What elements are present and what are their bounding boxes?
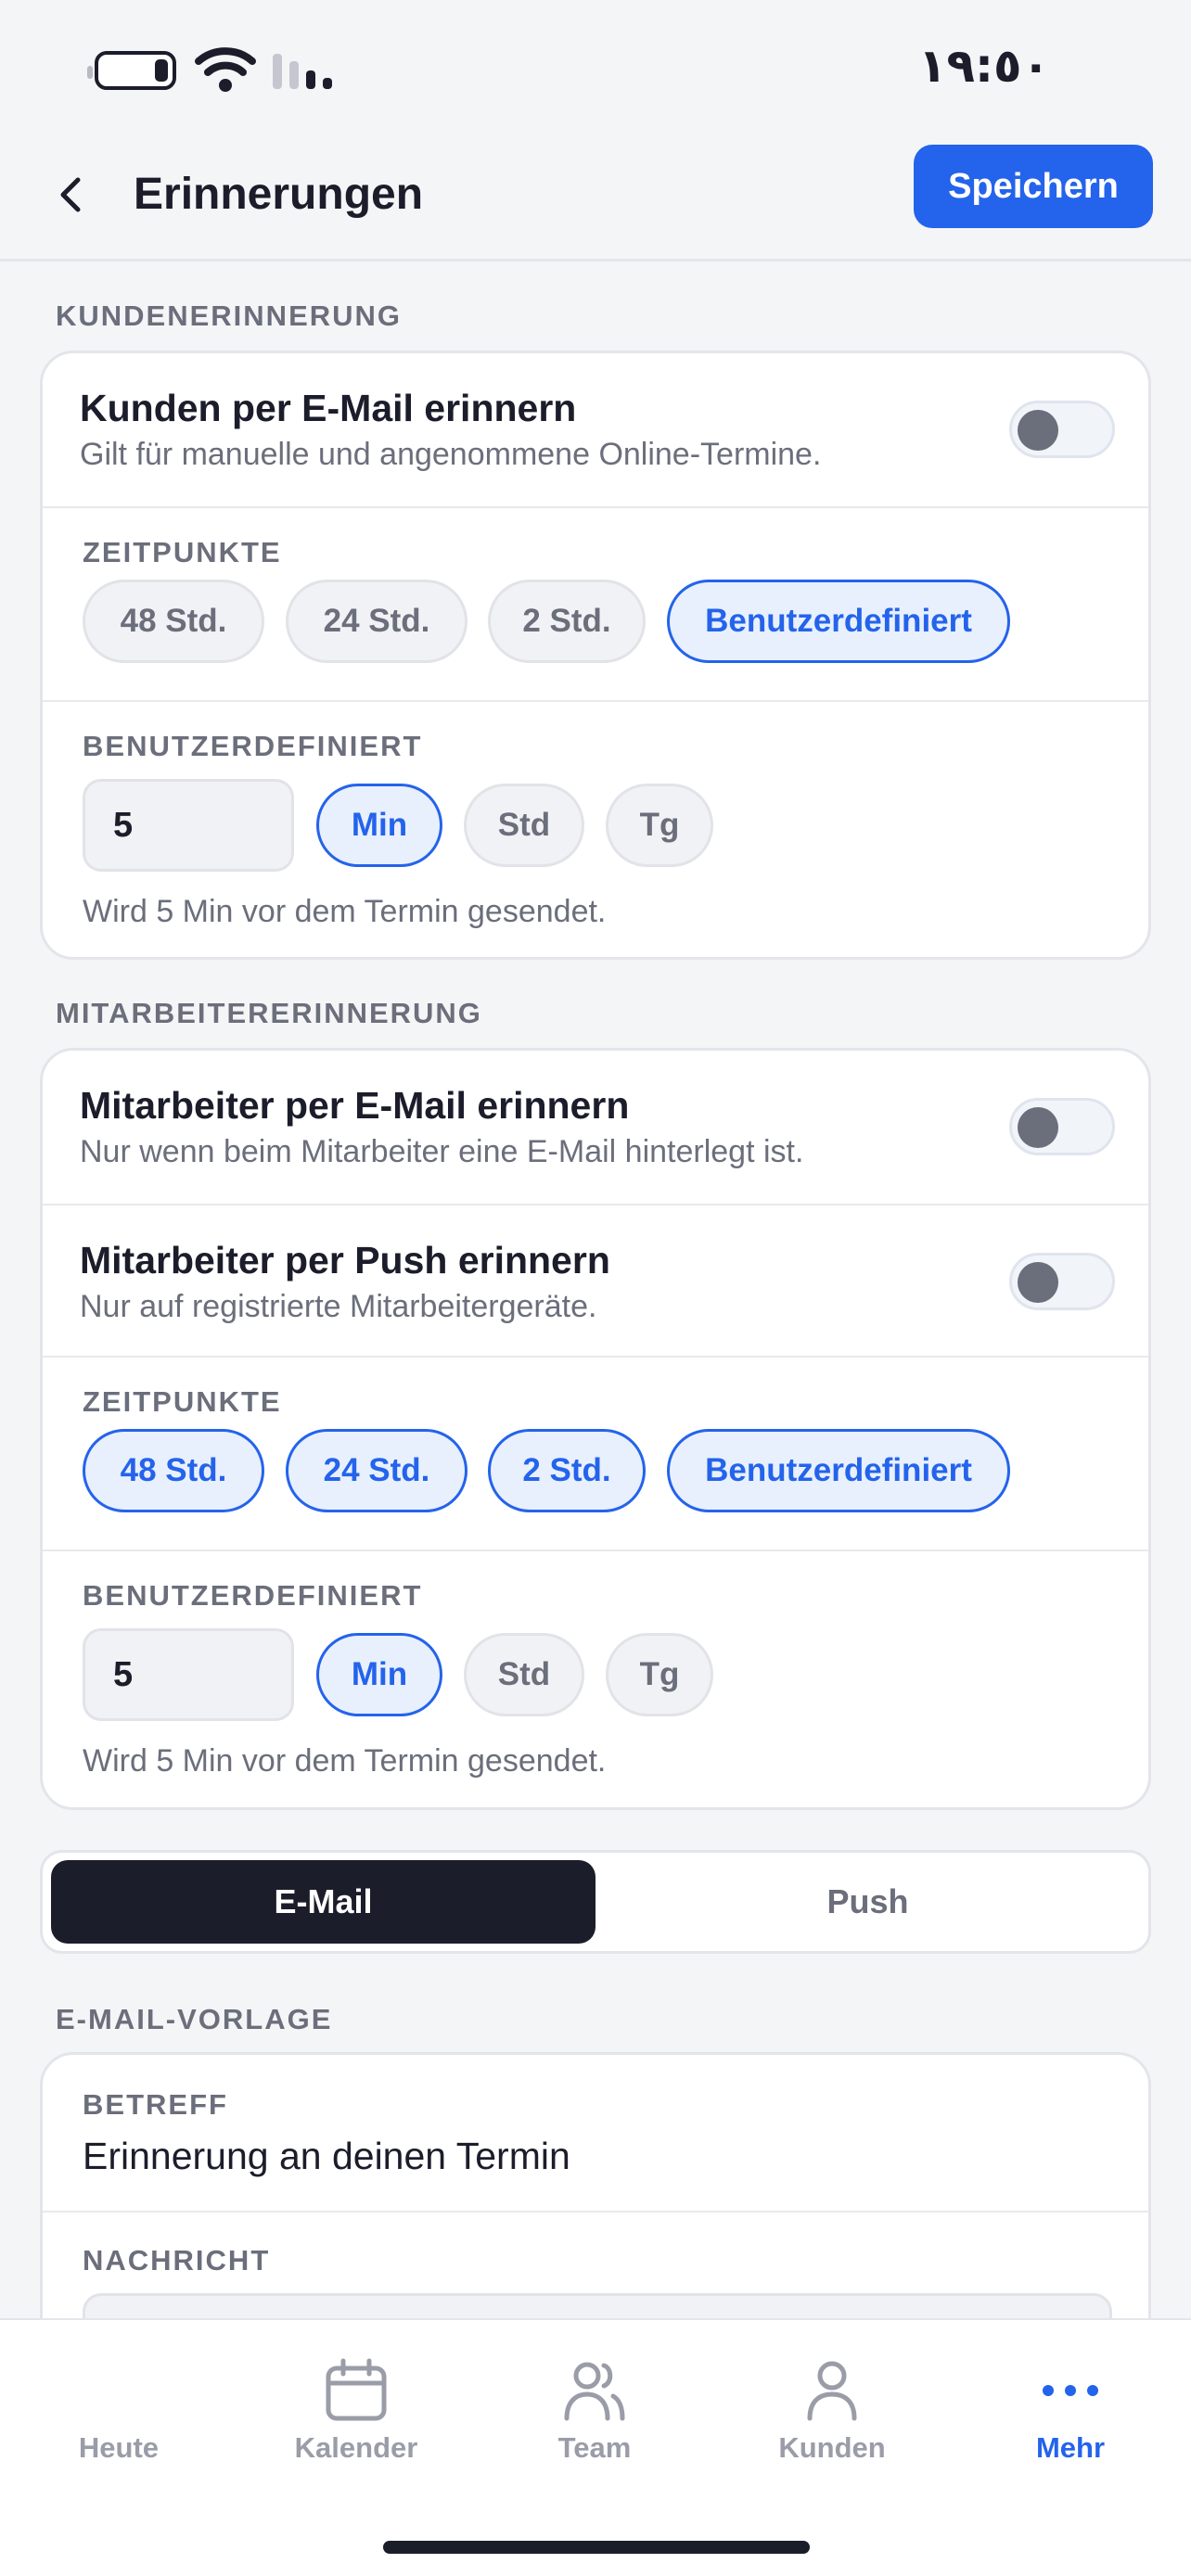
times-label: ZEITPUNKTE <box>83 1385 282 1418</box>
chip-2h[interactable]: 2 Std. <box>488 580 646 663</box>
staff-reminder-card: Mitarbeiter per E-Mail erinnern Nur wenn… <box>40 1048 1151 1810</box>
section-label-customer: KUNDENERINNERUNG <box>56 300 403 332</box>
section-label-template: E-MAIL-VORLAGE <box>56 2003 333 2035</box>
staff-email-toggle-row: Mitarbeiter per E-Mail erinnern Nur wenn… <box>43 1051 1148 1204</box>
channel-segmented-control: E-Mail Push <box>40 1850 1151 1954</box>
staff-push-toggle-row: Mitarbeiter per Push erinnern Nur auf re… <box>43 1204 1148 1356</box>
unit-std[interactable]: Std <box>464 1633 584 1716</box>
back-chevron-icon[interactable] <box>52 169 89 221</box>
custom-label: BENUTZERDEFINIERT <box>83 730 423 762</box>
tab-label: Heute <box>78 2431 160 2464</box>
unit-tg[interactable]: Tg <box>606 1633 713 1716</box>
custom-value-input[interactable] <box>83 779 294 872</box>
staff-custom-row: BENUTZERDEFINIERT Min Std Tg Wird 5 Min … <box>43 1549 1148 1807</box>
tab-push[interactable]: Push <box>596 1860 1140 1944</box>
unit-min[interactable]: Min <box>316 1633 442 1716</box>
chip-custom[interactable]: Benutzerdefiniert <box>667 580 1010 663</box>
home-indicator <box>383 2541 810 2554</box>
staff-email-toggle[interactable] <box>1009 1098 1115 1155</box>
toggle-subtitle: Gilt für manuelle und angenommene Online… <box>80 437 822 472</box>
custom-label: BENUTZERDEFINIERT <box>83 1579 423 1612</box>
toggle-title: Mitarbeiter per Push erinnern <box>80 1239 610 1282</box>
unit-min[interactable]: Min <box>316 784 442 867</box>
staff-times-row: ZEITPUNKTE 48 Std. 24 Std. 2 Std. Benutz… <box>43 1356 1148 1549</box>
custom-hint: Wird 5 Min vor dem Termin gesendet. <box>83 1743 607 1779</box>
tab-team[interactable]: Team <box>502 2357 687 2487</box>
tab-label: Kunden <box>778 2431 886 2464</box>
tab-heute[interactable]: Heute <box>26 2357 211 2487</box>
wifi-icon <box>195 47 256 92</box>
toggle-title: Mitarbeiter per E-Mail erinnern <box>80 1084 630 1127</box>
save-button[interactable]: Speichern <box>914 145 1153 228</box>
custom-value-input[interactable] <box>83 1628 294 1721</box>
bottom-tab-bar: Heute Kalender Team Kunden Mehr <box>0 2318 1191 2576</box>
status-time: ١٩:٥٠ <box>918 39 1051 93</box>
toggle-subtitle: Nur wenn beim Mitarbeiter eine E-Mail hi… <box>80 1134 804 1169</box>
cellular-signal-icon <box>273 54 332 89</box>
status-bar: ١٩:٥٠ <box>0 0 1191 139</box>
unit-std[interactable]: Std <box>464 784 584 867</box>
custom-hint: Wird 5 Min vor dem Termin gesendet. <box>83 894 607 929</box>
subject-label: BETREFF <box>83 2088 228 2121</box>
subject-row[interactable]: BETREFF Erinnerung an deinen Termin <box>43 2055 1148 2211</box>
customer-email-toggle-row: Kunden per E-Mail erinnern Gilt für manu… <box>43 353 1148 506</box>
customer-times-row: ZEITPUNKTE 48 Std. 24 Std. 2 Std. Benutz… <box>43 506 1148 700</box>
battery-icon <box>87 51 176 90</box>
unit-tg[interactable]: Tg <box>606 784 713 867</box>
tab-label: Team <box>557 2431 632 2464</box>
chip-24h[interactable]: 24 Std. <box>286 1429 467 1512</box>
chip-2h[interactable]: 2 Std. <box>488 1429 646 1512</box>
toggle-subtitle: Nur auf registrierte Mitarbeitergeräte. <box>80 1289 597 1324</box>
chip-24h[interactable]: 24 Std. <box>286 580 467 663</box>
calendar-check-icon <box>85 2357 152 2424</box>
more-icon <box>1043 2385 1098 2396</box>
chip-48h[interactable]: 48 Std. <box>83 580 264 663</box>
customer-reminder-card: Kunden per E-Mail erinnern Gilt für manu… <box>40 351 1151 960</box>
tab-label: Kalender <box>294 2431 418 2464</box>
section-label-staff: MITARBEITERERINNERUNG <box>56 997 482 1029</box>
customer-email-toggle[interactable] <box>1009 401 1115 458</box>
tab-mehr[interactable]: Mehr <box>978 2357 1163 2487</box>
calendar-icon <box>326 2358 387 2421</box>
users-icon <box>564 2362 625 2421</box>
tab-kalender[interactable]: Kalender <box>263 2357 449 2487</box>
page-title: Erinnerungen <box>134 170 424 219</box>
header: Erinnerungen Speichern <box>0 139 1191 261</box>
times-label: ZEITPUNKTE <box>83 536 282 568</box>
subject-value[interactable]: Erinnerung an deinen Termin <box>83 2135 570 2178</box>
tab-kunden[interactable]: Kunden <box>739 2357 925 2487</box>
chip-custom[interactable]: Benutzerdefiniert <box>667 1429 1010 1512</box>
message-label: NACHRICHT <box>83 2244 271 2276</box>
tab-label: Mehr <box>1035 2431 1106 2464</box>
chip-48h[interactable]: 48 Std. <box>83 1429 264 1512</box>
tab-email[interactable]: E-Mail <box>51 1860 596 1944</box>
customer-custom-row: BENUTZERDEFINIERT Min Std Tg Wird 5 Min … <box>43 700 1148 957</box>
toggle-title: Kunden per E-Mail erinnern <box>80 387 577 429</box>
user-icon <box>807 2361 857 2421</box>
staff-push-toggle[interactable] <box>1009 1253 1115 1310</box>
